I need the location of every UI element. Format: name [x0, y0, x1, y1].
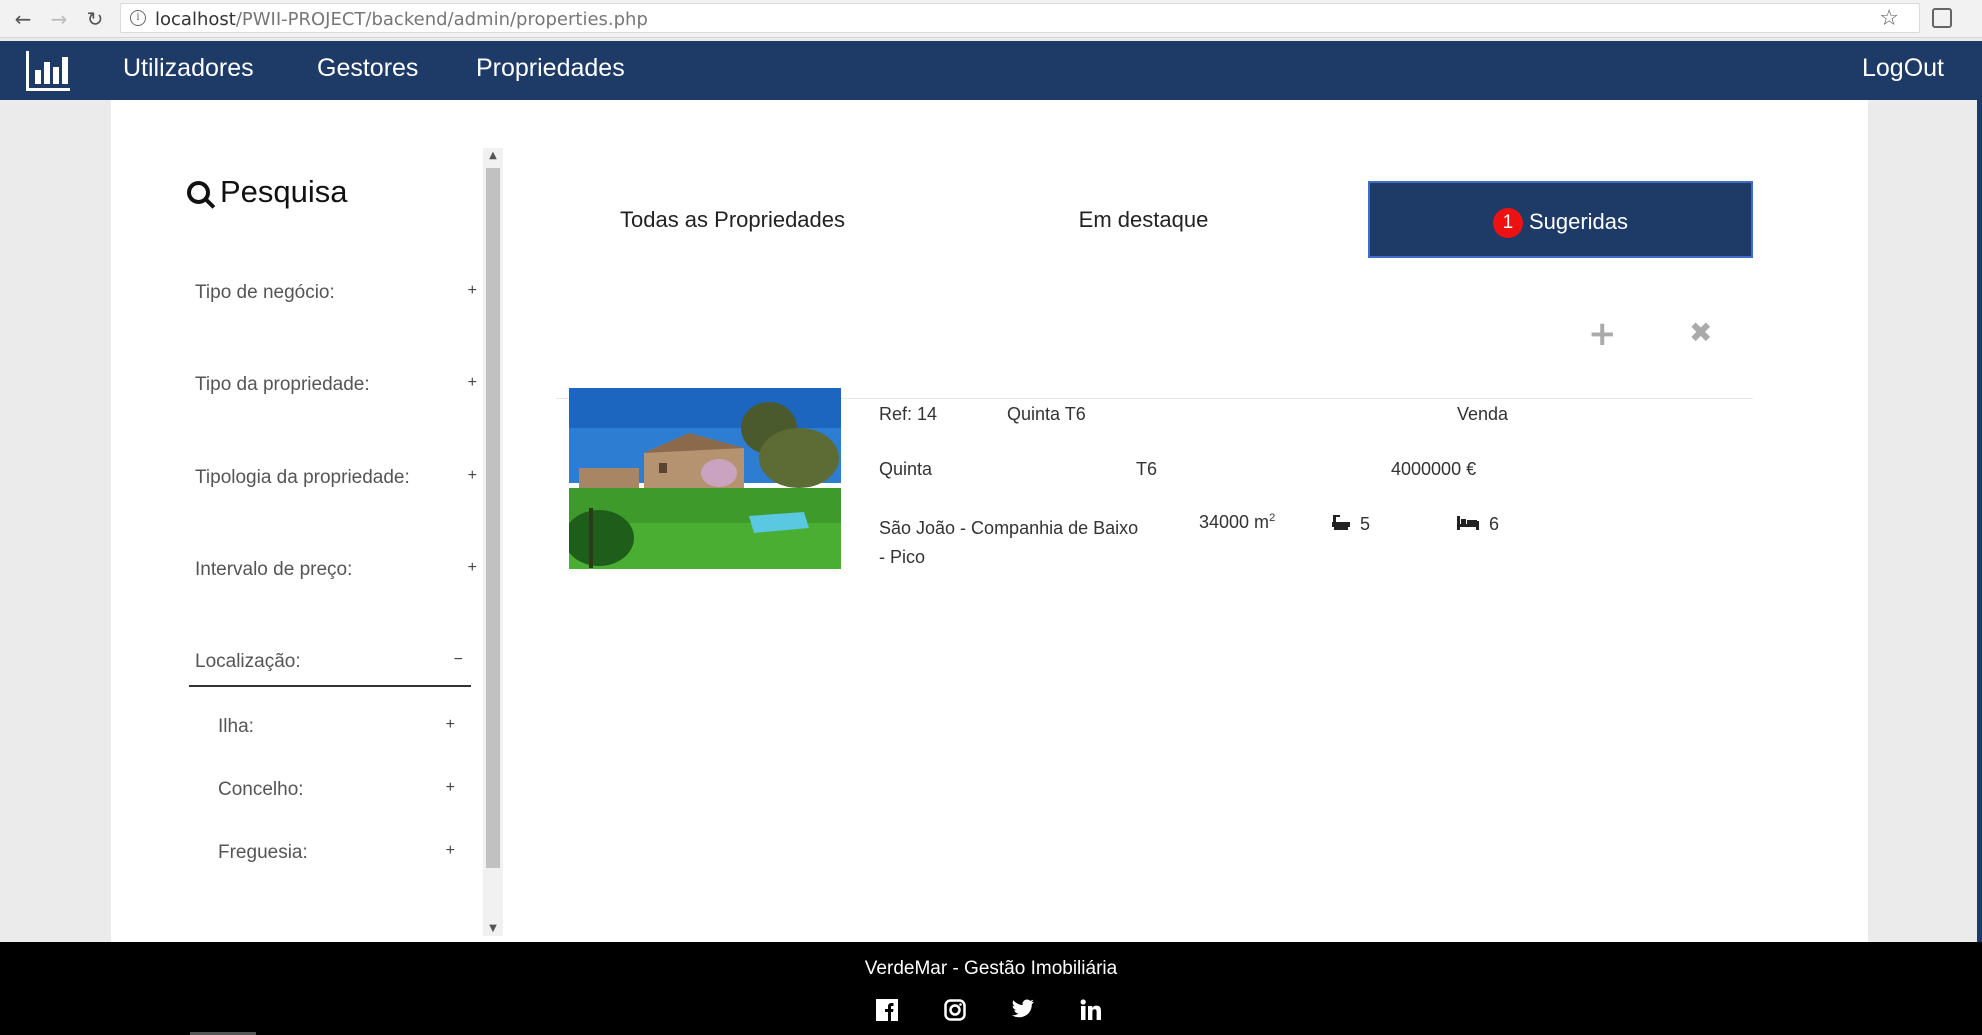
- property-photo-graphic: [569, 388, 841, 569]
- scroll-up-icon[interactable]: ▲: [483, 150, 503, 161]
- property-price: 4000000 €: [1391, 459, 1477, 479]
- tab-label: Todas as Propriedades: [619, 207, 846, 232]
- extension-icon[interactable]: [1932, 8, 1952, 28]
- tab-sugeridas[interactable]: 1 Sugeridas: [1368, 181, 1753, 258]
- subfilter-label: Ilha:: [218, 716, 254, 737]
- url-path: /PWII-PROJECT/backend/admin/properties.p…: [235, 9, 648, 30]
- filter-tipo-propriedade[interactable]: Tipo da propriedade: +: [195, 374, 485, 396]
- scroll-down-icon[interactable]: ▼: [483, 923, 503, 934]
- bed-icon: [1457, 516, 1479, 530]
- filter-tipo-negocio[interactable]: Tipo de negócio: +: [195, 282, 485, 304]
- bookmark-star-icon[interactable]: ☆: [1879, 6, 1899, 31]
- property-title[interactable]: Quinta T6: [1007, 404, 1086, 425]
- subfilter-label: Concelho:: [218, 779, 304, 800]
- subfilter-freguesia[interactable]: Freguesia: +: [218, 842, 455, 864]
- sidebar-scrollbar[interactable]: ▲ ▼: [483, 148, 503, 936]
- instagram-icon[interactable]: [943, 999, 967, 1023]
- back-icon[interactable]: ←: [10, 6, 36, 32]
- twitter-icon[interactable]: [1011, 999, 1035, 1023]
- footer: VerdeMar - Gestão Imobiliária: [0, 942, 1982, 1035]
- instagram-icon-graphic: [944, 999, 966, 1021]
- property-business-type: Venda: [1457, 404, 1509, 424]
- tab-todas-propriedades[interactable]: Todas as Propriedades: [537, 181, 928, 258]
- search-title-text: Pesquisa: [220, 174, 348, 209]
- logout-link[interactable]: LogOut: [1862, 54, 1944, 83]
- nav-propriedades[interactable]: Propriedades: [476, 54, 625, 83]
- nav-utilizadores[interactable]: Utilizadores: [123, 54, 254, 83]
- reload-icon[interactable]: ↻: [82, 6, 108, 32]
- expand-icon[interactable]: +: [446, 779, 455, 797]
- forward-icon[interactable]: →: [46, 6, 72, 32]
- property-bedrooms: 6: [1456, 514, 1499, 535]
- twitter-icon-graphic: [1011, 999, 1034, 1018]
- tab-em-destaque[interactable]: Em destaque: [948, 181, 1339, 258]
- location-line-1: São João - Companhia de Baixo: [879, 518, 1139, 538]
- nav-gestores[interactable]: Gestores: [317, 54, 418, 83]
- footer-brand: VerdeMar - Gestão Imobiliária: [864, 958, 1118, 979]
- expand-icon[interactable]: +: [468, 467, 477, 485]
- tab-label: Em destaque: [1078, 207, 1209, 232]
- filter-label: Tipologia da propriedade:: [195, 467, 410, 488]
- notification-badge: 1: [1492, 208, 1523, 239]
- top-navbar: Utilizadores Gestores Propriedades LogOu…: [0, 41, 1982, 100]
- area-unit-superscript: 2: [1269, 512, 1276, 524]
- scrollbar-thumb[interactable]: [486, 168, 500, 868]
- page-edge: [1977, 41, 1982, 942]
- property-area: 34000 m2: [1199, 512, 1275, 533]
- browser-toolbar: ← → ↻ i localhost/PWII-PROJECT/backend/a…: [0, 0, 1982, 38]
- filter-label: Tipo de negócio:: [195, 282, 335, 303]
- filter-intervalo-preco[interactable]: Intervalo de preço: +: [195, 559, 485, 581]
- filter-label: Intervalo de preço:: [195, 559, 353, 580]
- close-icon[interactable]: ✖: [1689, 316, 1712, 349]
- search-heading: Pesquisa: [187, 174, 348, 210]
- collapse-icon[interactable]: −: [454, 651, 463, 669]
- expand-icon[interactable]: +: [468, 559, 477, 577]
- facebook-icon-graphic: [876, 999, 898, 1021]
- property-type: Quinta: [879, 459, 933, 479]
- filter-label: Tipo da propriedade:: [195, 374, 370, 395]
- expand-icon[interactable]: +: [468, 282, 477, 300]
- content-panel: Pesquisa Tipo de negócio: + Tipo da prop…: [111, 100, 1868, 942]
- facebook-icon[interactable]: [875, 999, 899, 1023]
- filter-localizacao[interactable]: Localização: −: [189, 651, 471, 687]
- linkedin-icon[interactable]: [1079, 999, 1103, 1023]
- area-value: 34000 m: [1199, 512, 1270, 532]
- property-typology: T6: [1136, 459, 1158, 479]
- property-bathrooms: 5: [1331, 514, 1370, 535]
- location-line-2: - Pico: [879, 547, 926, 567]
- bathrooms-count: 5: [1360, 514, 1371, 534]
- info-icon[interactable]: i: [130, 10, 146, 26]
- property-ref: Ref: 14: [879, 404, 938, 424]
- bath-icon: [1332, 515, 1350, 530]
- url-host: localhost: [155, 9, 236, 30]
- subfilter-ilha[interactable]: Ilha: +: [218, 716, 455, 738]
- chart-logo-icon[interactable]: [26, 51, 70, 91]
- filter-label: Localização:: [195, 651, 301, 672]
- address-bar[interactable]: i localhost/PWII-PROJECT/backend/admin/p…: [120, 3, 1920, 33]
- bedrooms-count: 6: [1489, 514, 1500, 534]
- subfilter-concelho[interactable]: Concelho: +: [218, 779, 455, 801]
- linkedin-icon-graphic: [1080, 999, 1101, 1020]
- search-icon: [187, 181, 210, 204]
- subfilter-label: Freguesia:: [218, 842, 308, 863]
- expand-icon[interactable]: +: [446, 716, 455, 734]
- expand-icon[interactable]: +: [446, 842, 455, 860]
- property-photo[interactable]: [569, 388, 841, 569]
- filter-tipologia[interactable]: Tipologia da propriedade: +: [195, 467, 485, 489]
- tab-label: Sugeridas: [1528, 209, 1629, 234]
- url-text[interactable]: localhost/PWII-PROJECT/backend/admin/pro…: [155, 9, 648, 30]
- expand-icon[interactable]: +: [468, 374, 477, 392]
- property-location: São João - Companhia de Baixo - Pico: [879, 514, 1138, 572]
- plus-icon[interactable]: +: [1588, 314, 1617, 354]
